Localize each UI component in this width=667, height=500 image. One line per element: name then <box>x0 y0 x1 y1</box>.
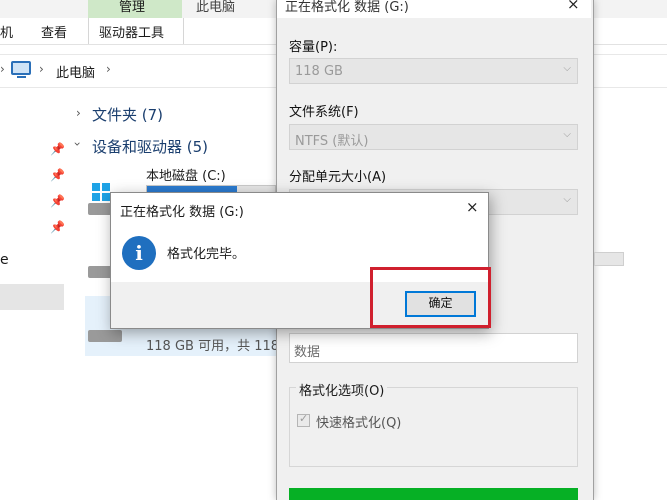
chevron-down-icon: ⌵ <box>563 63 571 74</box>
drive-g-free-space: 118 GB 可用，共 118 <box>146 339 280 354</box>
filesystem-value: NTFS (默认) <box>295 134 369 149</box>
chevron-right-icon[interactable]: › <box>76 106 81 120</box>
panel-edge-element <box>594 252 624 266</box>
chevron-right-icon[interactable]: › <box>106 62 111 76</box>
message-box-title: 正在格式化 数据 (G:) <box>120 205 244 220</box>
pin-icon[interactable]: 📌 <box>50 220 65 234</box>
group-folders[interactable]: 文件夹 (7) <box>92 104 163 125</box>
computer-icon <box>11 61 31 75</box>
volume-label-value: 数据 <box>294 345 321 360</box>
group-devices[interactable]: 设备和驱动器 (5) <box>92 136 208 157</box>
chevron-right-icon[interactable]: › <box>39 62 44 76</box>
tab-partial[interactable]: 机 <box>0 22 13 41</box>
message-text: 格式化完毕。 <box>167 247 246 262</box>
highlight-annotation <box>370 267 491 328</box>
quick-format-label[interactable]: 快速格式化(Q) <box>316 412 401 431</box>
capacity-select[interactable]: 118 GB ⌵ <box>289 58 578 84</box>
quick-format-checkbox[interactable] <box>297 412 310 427</box>
tab-manage[interactable]: 管理 <box>119 0 145 15</box>
close-icon[interactable]: × <box>466 198 479 216</box>
chevron-right-icon[interactable]: › <box>0 62 5 76</box>
filesystem-select[interactable]: NTFS (默认) ⌵ <box>289 124 578 150</box>
sidebar-item-partial[interactable]: e <box>0 252 9 268</box>
ribbon-manage-context: 管理 <box>88 0 182 18</box>
computer-icon-stand <box>17 76 26 78</box>
tab-drive-tools-label: 驱动器工具 <box>99 26 165 41</box>
pin-icon[interactable]: 📌 <box>50 168 65 182</box>
filesystem-label: 文件系统(F) <box>289 105 359 120</box>
sidebar-item-selected[interactable] <box>0 284 64 310</box>
chevron-down-icon: ⌵ <box>563 129 571 140</box>
capacity-label: 容量(P): <box>289 40 338 55</box>
hard-drive-icon <box>88 330 122 342</box>
window-title-partial: 此电脑 <box>196 0 236 15</box>
capacity-value: 118 GB <box>295 64 343 79</box>
format-options-title: 格式化选项(O) <box>296 380 388 399</box>
breadcrumb-this-pc[interactable]: 此电脑 <box>56 62 95 81</box>
chevron-down-icon[interactable]: › <box>70 142 84 147</box>
volume-label-input[interactable]: 数据 <box>289 333 578 363</box>
drive-c-label[interactable]: 本地磁盘 (C:) <box>146 165 226 184</box>
format-dialog-title: 正在格式化 数据 (G:) <box>285 0 409 15</box>
chevron-down-icon: ⌵ <box>563 194 571 205</box>
pin-icon[interactable]: 📌 <box>50 194 65 208</box>
allocation-label: 分配单元大小(A) <box>289 170 387 185</box>
tab-view[interactable]: 查看 <box>41 22 67 41</box>
format-progress-bar <box>289 488 578 500</box>
close-icon[interactable]: × <box>567 0 580 13</box>
pin-icon[interactable]: 📌 <box>50 142 65 156</box>
info-icon: i <box>122 236 156 270</box>
tab-drive-tools[interactable]: 驱动器工具 <box>88 18 184 44</box>
windows-logo-icon <box>92 183 110 201</box>
